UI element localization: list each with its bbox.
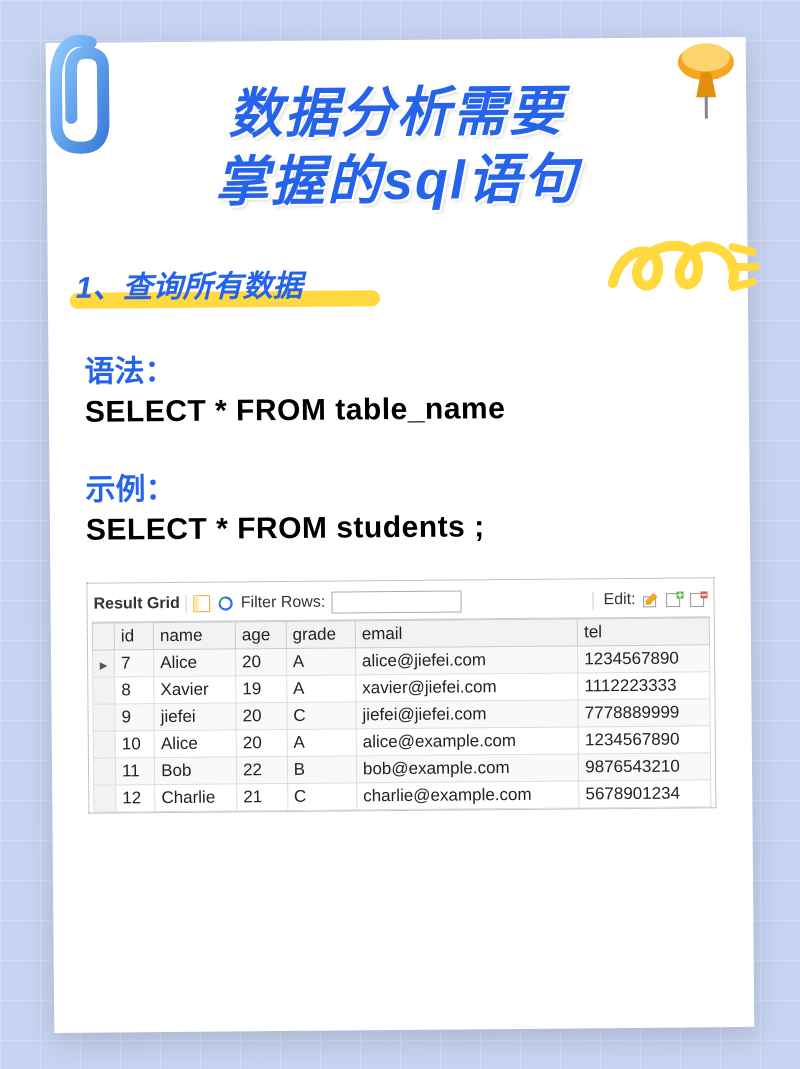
- cell-tel: 1112223333: [578, 672, 710, 700]
- cell-age: 20: [236, 702, 287, 729]
- col-tel: tel: [577, 618, 709, 646]
- cell-id: 11: [115, 758, 154, 785]
- cell-tel: 5678901234: [579, 780, 711, 808]
- cell-tel: 7778889999: [578, 699, 710, 727]
- cell-email: bob@example.com: [356, 754, 579, 783]
- example-label: 示例：: [85, 459, 713, 508]
- syntax-label: 语法：: [84, 341, 712, 390]
- note-card: 数据分析需要 掌握的sql语句 1、查询所有数据 语法： SELECT * FR…: [46, 37, 755, 1033]
- row-marker: [94, 785, 116, 812]
- cell-grade: C: [287, 783, 356, 811]
- cell-age: 21: [237, 783, 288, 810]
- grid-icon[interactable]: [193, 595, 211, 613]
- syntax-code: SELECT * FROM table_name: [85, 390, 713, 429]
- cell-age: 20: [236, 729, 287, 756]
- cell-id: 8: [115, 677, 154, 704]
- filter-rows-label: Filter Rows:: [241, 594, 326, 613]
- section-heading-text: 1、查询所有数据: [76, 270, 303, 305]
- result-grid-panel: Result Grid Filter Rows: Edit:: [86, 577, 716, 813]
- row-marker: [93, 677, 115, 704]
- cell-id: 9: [115, 704, 154, 731]
- refresh-icon[interactable]: [217, 594, 235, 612]
- col-grade: grade: [286, 621, 355, 649]
- col-name: name: [153, 622, 235, 650]
- cell-id: 12: [116, 785, 155, 812]
- cell-email: xavier@jiefei.com: [356, 673, 579, 702]
- col-id: id: [114, 623, 153, 650]
- delete-row-icon[interactable]: [689, 590, 707, 608]
- cell-name: Bob: [155, 757, 237, 785]
- cell-name: Alice: [154, 649, 236, 677]
- cell-tel: 9876543210: [579, 753, 711, 781]
- cell-name: Alice: [154, 730, 236, 758]
- cell-name: Xavier: [154, 676, 236, 704]
- cell-grade: A: [287, 729, 356, 757]
- cell-id: 7: [114, 650, 153, 677]
- content-block: 语法： SELECT * FROM table_name 示例： SELECT …: [76, 341, 724, 814]
- cell-email: charlie@example.com: [357, 781, 580, 810]
- main-title: 数据分析需要 掌握的sql语句: [74, 77, 719, 218]
- cell-tel: 1234567890: [578, 726, 710, 754]
- cell-age: 19: [236, 675, 287, 702]
- col-email: email: [355, 619, 578, 648]
- cell-email: alice@example.com: [356, 727, 579, 756]
- cell-grade: C: [287, 702, 356, 730]
- section-heading: 1、查询所有数据: [76, 261, 303, 307]
- cell-email: jiefei@jiefei.com: [356, 700, 579, 729]
- cell-grade: A: [286, 648, 355, 676]
- cell-tel: 1234567890: [578, 645, 710, 673]
- cell-grade: B: [287, 756, 356, 784]
- result-table: idnameagegradeemailtel 7Alice20Aalice@ji…: [92, 617, 712, 812]
- table-row[interactable]: 12Charlie21Ccharlie@example.com567890123…: [94, 780, 711, 812]
- row-marker: [93, 731, 115, 758]
- cell-id: 10: [115, 731, 154, 758]
- edit-icon[interactable]: [641, 591, 659, 609]
- swirl-icon: [602, 232, 743, 303]
- col-age: age: [235, 621, 286, 648]
- row-marker: [93, 704, 115, 731]
- cell-name: jiefei: [154, 703, 236, 731]
- row-marker: [92, 650, 114, 677]
- title-line-1: 数据分析需要: [228, 82, 565, 145]
- cell-name: Charlie: [155, 784, 237, 812]
- result-grid-label: Result Grid: [94, 595, 187, 614]
- cell-age: 22: [236, 756, 287, 783]
- pushpin-icon: [661, 32, 752, 123]
- sparkle-icon: [727, 237, 778, 297]
- grid-toolbar: Result Grid Filter Rows: Edit:: [91, 584, 709, 622]
- row-marker: [93, 758, 115, 785]
- row-header-blank: [92, 623, 114, 650]
- example-code: SELECT * FROM students ;: [86, 508, 714, 547]
- add-row-icon[interactable]: [665, 591, 683, 609]
- cell-age: 20: [236, 648, 287, 675]
- title-line-2: 掌握的sql语句: [215, 149, 580, 212]
- filter-input[interactable]: [331, 590, 461, 613]
- cell-grade: A: [286, 675, 355, 703]
- cell-email: alice@jiefei.com: [355, 646, 578, 675]
- edit-label: Edit:: [592, 591, 635, 609]
- paperclip-icon: [31, 22, 132, 163]
